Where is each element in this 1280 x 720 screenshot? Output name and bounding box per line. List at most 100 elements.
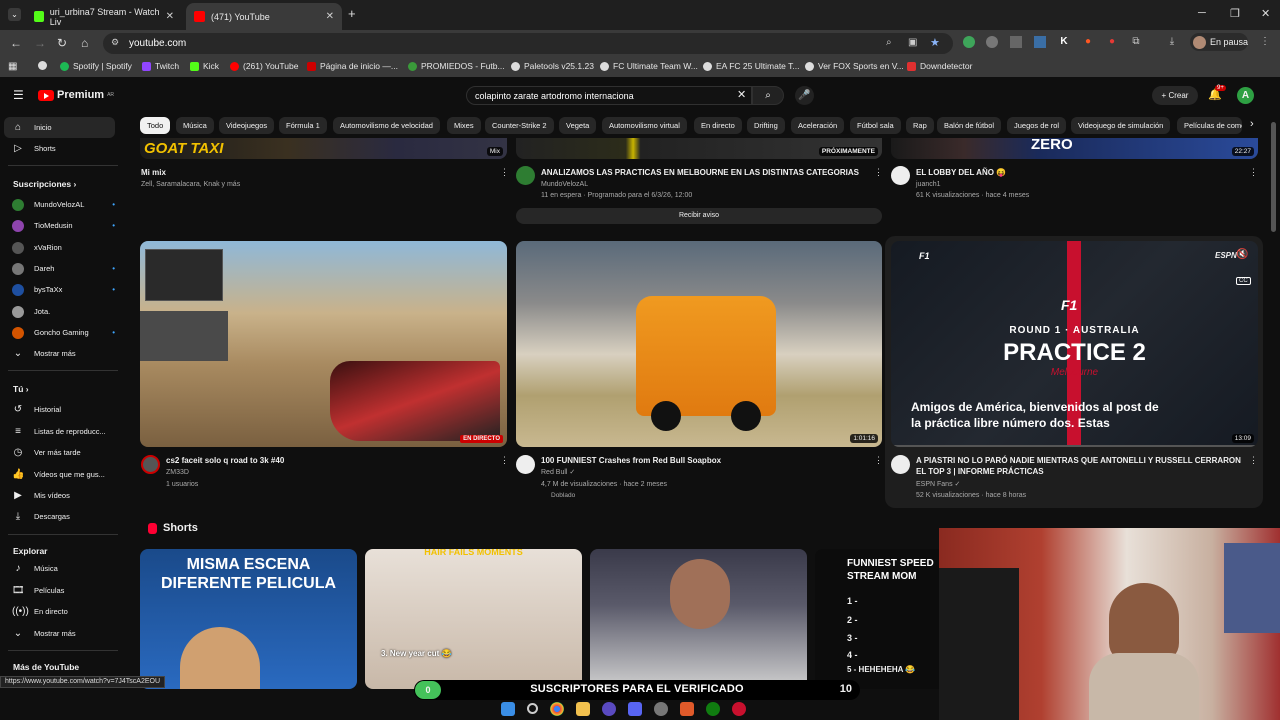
extension-icon[interactable]: ● (1106, 36, 1118, 48)
kick-extension-icon[interactable]: K (1058, 36, 1070, 48)
reload-icon[interactable]: ↻ (57, 36, 67, 50)
short-thumbnail[interactable]: MISMA ESCENA DIFERENTE PELICULA (140, 549, 357, 689)
back-icon[interactable]: ← (10, 36, 22, 50)
video-title[interactable]: Mi mix (141, 167, 166, 178)
sidebar-item-watch-later[interactable]: ◷ Ver más tarde (4, 442, 115, 463)
bookmark-item[interactable]: Spotify | Spotify (60, 61, 132, 71)
chip[interactable]: Fútbol sala (850, 117, 901, 134)
channel-avatar[interactable] (516, 455, 535, 474)
chip[interactable]: Todo (140, 117, 171, 134)
sidebar-item-playlists[interactable]: ≡ Listas de reproducc... (4, 421, 115, 442)
bookmark-item[interactable]: PROMIEDOS - Futb... (408, 61, 505, 71)
chevron-right-icon[interactable]: › (1250, 118, 1254, 130)
chip[interactable]: Automovilismo virtual (602, 117, 687, 134)
app-icon[interactable] (732, 701, 746, 716)
more-options-icon[interactable]: ⋮ (1249, 167, 1258, 178)
chip[interactable]: En directo (694, 117, 742, 134)
more-options-icon[interactable]: ⋮ (500, 455, 509, 466)
hamburger-menu-icon[interactable]: ☰ (13, 88, 24, 102)
profile-button[interactable]: En pausa (1190, 33, 1248, 51)
video-thumbnail[interactable]: GOAT TAXI Mix (140, 138, 507, 159)
bookmark-item[interactable]: EA FC 25 Ultimate T... (703, 61, 799, 71)
file-explorer-icon[interactable] (576, 701, 590, 716)
voice-search-icon[interactable]: 🎤 (795, 86, 814, 105)
youtube-logo[interactable]: Premium AR (38, 89, 114, 101)
bookmark-item[interactable]: (261) YouTube (230, 61, 298, 71)
bookmark-item[interactable] (38, 61, 47, 70)
sidebar-sub[interactable]: bysTaXx • (4, 279, 115, 300)
more-options-icon[interactable]: ⋮ (500, 167, 509, 178)
chip[interactable]: Fórmula 1 (279, 117, 327, 134)
puzzle-icon[interactable]: ⧉ (1130, 36, 1142, 48)
close-icon[interactable]: ✕ (166, 11, 174, 22)
chip[interactable]: Rap (906, 117, 934, 134)
bookmark-star-icon[interactable]: ★ (930, 36, 940, 49)
sidebar-item-inicio[interactable]: ⌂ Inicio (4, 117, 115, 138)
chip[interactable]: Counter-Strike 2 (485, 117, 554, 134)
extension-icon[interactable] (963, 36, 975, 48)
zoom-icon[interactable]: ⌕ (886, 37, 892, 48)
channel-avatar[interactable] (891, 455, 910, 474)
chip[interactable]: Juegos de rol (1007, 117, 1067, 134)
bookmark-item[interactable]: Ver FOX Sports en V... (805, 61, 904, 71)
menu-icon[interactable]: ⋮ (1259, 36, 1271, 48)
chip[interactable]: Películas de come (1177, 117, 1242, 134)
restore-icon[interactable]: ❐ (1230, 7, 1240, 20)
video-channel[interactable]: MundoVelozAL (541, 179, 588, 190)
windows-start-icon[interactable] (501, 701, 515, 716)
channel-avatar[interactable] (141, 455, 160, 474)
sidebar-item-live[interactable]: ((•)) En directo (4, 601, 115, 622)
notifications-bell-icon[interactable]: 🔔 9+ (1208, 85, 1226, 101)
chip[interactable]: Automovilismo de velocidad (333, 117, 440, 134)
subscriptions-heading[interactable]: Suscripciones › (13, 179, 76, 189)
sidebar-show-more[interactable]: ⌄ Mostrar más (4, 623, 115, 644)
chip[interactable]: Mixes (447, 117, 481, 134)
more-options-icon[interactable]: ⋮ (1249, 455, 1258, 466)
sidebar-item-shorts[interactable]: ▷ Shorts (4, 138, 115, 159)
video-preview-player[interactable]: F1 F1 ROUND 1 · AUSTRALIA PRACTICE 2 Mel… (891, 241, 1258, 447)
extension-icon[interactable]: ● (1082, 36, 1094, 48)
mute-icon[interactable]: 🔇 (1236, 249, 1248, 260)
clear-search-icon[interactable]: ✕ (737, 88, 746, 101)
extension-icon[interactable] (1034, 36, 1046, 48)
app-icon[interactable] (654, 701, 668, 716)
sidebar-item-downloads[interactable]: ⤓ Descargas (4, 506, 115, 527)
video-thumbnail[interactable]: PRÓXIMAMENTE (516, 138, 882, 159)
bookmark-item[interactable]: Kick (190, 61, 219, 71)
tab-kick[interactable]: uri_urbina7 Stream - Watch Liv ✕ (26, 3, 182, 30)
more-options-icon[interactable]: ⋮ (874, 455, 883, 466)
address-bar[interactable]: ⚙ youtube.com ⌕ ▣ ★ (103, 33, 953, 54)
channel-avatar[interactable] (891, 166, 910, 185)
account-avatar[interactable]: A (1237, 87, 1254, 104)
obs-icon[interactable] (602, 701, 616, 716)
download-icon[interactable]: ⤓ (1166, 36, 1178, 48)
short-thumbnail[interactable]: FUNNIEST SPEED STREAM MOM 1 - 2 - 3 - 4 … (815, 549, 939, 689)
search-button[interactable]: ⌕ (752, 86, 784, 105)
more-options-icon[interactable]: ⋮ (874, 167, 883, 178)
close-icon[interactable]: ✕ (326, 11, 334, 22)
page-scrollbar[interactable] (1271, 122, 1276, 232)
chip[interactable]: Videojuego de simulación (1071, 117, 1171, 134)
video-thumbnail[interactable]: 1:01:16 (516, 241, 882, 447)
site-info-icon[interactable]: ⚙ (111, 37, 119, 48)
search-input[interactable]: colapinto zarate artodromo internaciona (466, 86, 752, 105)
video-thumbnail[interactable]: EN DIRECTO (140, 241, 507, 447)
sidebar-sub[interactable]: xVaRion (4, 237, 115, 258)
sidebar-sub[interactable]: Jota. (4, 301, 115, 322)
bookmark-item[interactable]: Downdetector (907, 61, 972, 71)
chip[interactable]: Aceleración (791, 117, 845, 134)
sidebar-sub[interactable]: TioMedusin • (4, 215, 115, 236)
video-channel[interactable]: juanch1 (916, 179, 941, 190)
notify-button[interactable]: Recibir aviso (516, 208, 882, 224)
video-title[interactable]: cs2 faceit solo q road to 3k #40 (166, 455, 284, 466)
create-button[interactable]: + Crear (1152, 86, 1198, 105)
chip[interactable]: Videojuegos (219, 117, 275, 134)
chip[interactable]: Balón de fútbol (937, 117, 1002, 134)
short-thumbnail[interactable]: HAIR FAILS MOMENTS 3. New year cut 😂 (365, 549, 582, 689)
bookmark-item[interactable]: Página de inicio —... (307, 61, 398, 71)
video-channel[interactable]: ESPN Fans ✓ (916, 479, 960, 490)
sidebar-sub[interactable]: MundoVelozAL • (4, 194, 115, 215)
extension-icon[interactable] (1010, 36, 1022, 48)
sidebar-item-music[interactable]: ♪ Música (4, 558, 115, 579)
video-thumbnail[interactable]: ZERO 22:27 (891, 138, 1258, 159)
